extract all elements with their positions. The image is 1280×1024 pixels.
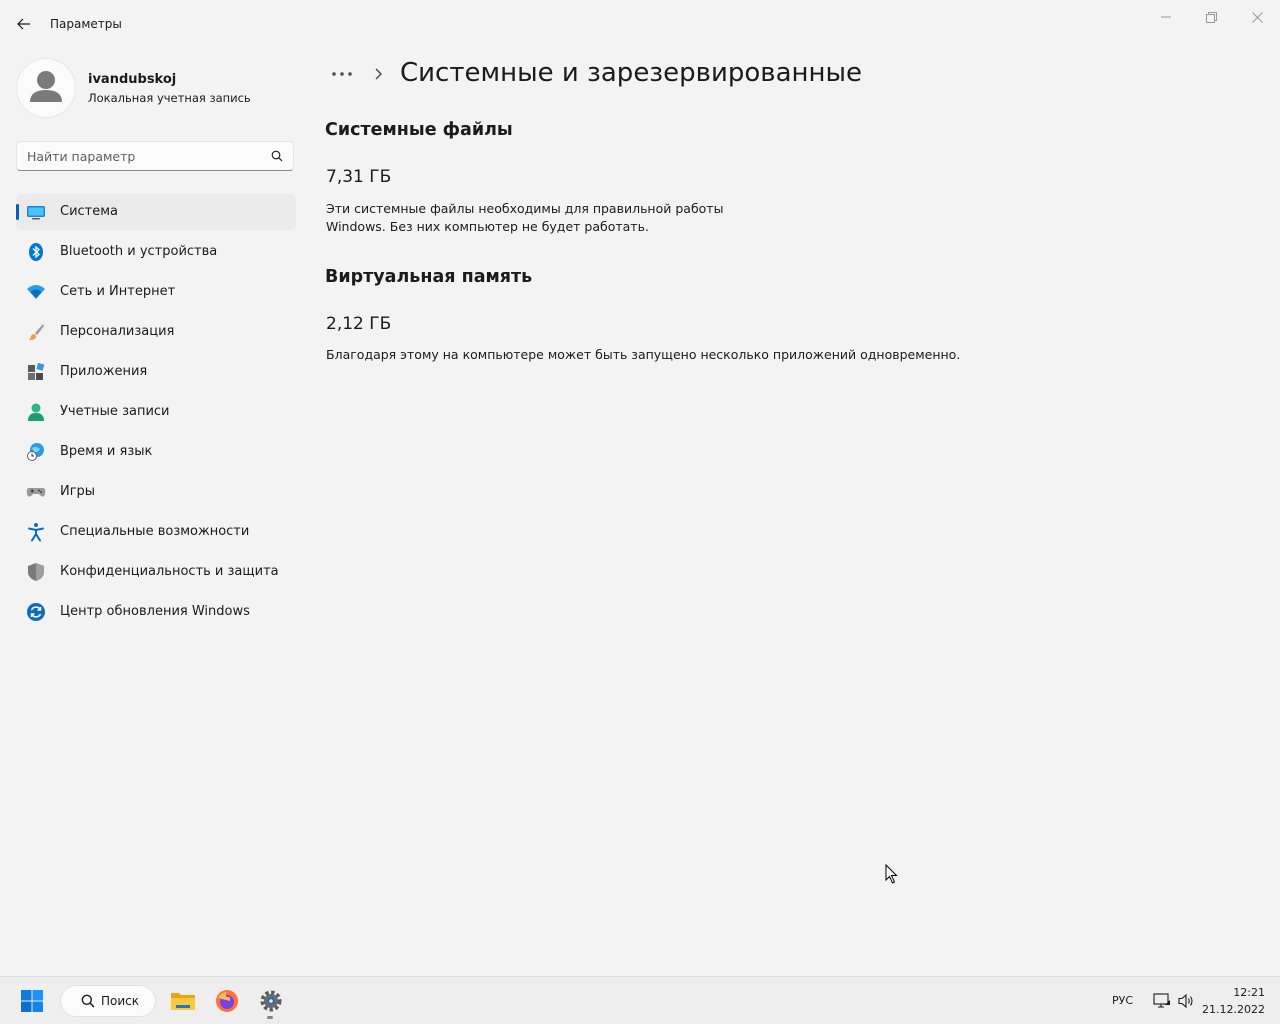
chevron-right-icon <box>375 68 382 80</box>
section-title-virtual-memory: Виртуальная память <box>325 267 533 287</box>
close-icon <box>1251 11 1263 23</box>
sidebar-item-accounts[interactable]: Учетные записи <box>16 394 296 430</box>
clock-time[interactable]: 12:21 <box>1233 986 1265 999</box>
active-app-indicator <box>267 1016 273 1019</box>
taskbar-file-explorer[interactable] <box>166 983 200 1019</box>
folder-icon <box>171 993 195 1010</box>
wifi-icon <box>27 285 45 299</box>
start-button[interactable] <box>14 983 50 1019</box>
sidebar-item-bluetooth[interactable]: Bluetooth и устройства <box>16 234 296 270</box>
sidebar-item-label: Время и язык <box>60 444 153 459</box>
sidebar-item-label: Персонализация <box>60 324 175 339</box>
restore-icon <box>1205 11 1217 23</box>
sidebar-item-time-language[interactable]: Время и язык <box>16 434 296 470</box>
search-icon[interactable] <box>271 150 283 162</box>
sidebar-item-gaming[interactable]: Игры <box>16 474 296 510</box>
settings-search[interactable] <box>16 141 294 171</box>
description-line: Windows. Без них компьютер не будет рабо… <box>326 219 649 234</box>
sidebar-item-apps[interactable]: Приложения <box>16 354 296 390</box>
system-files-size: 7,31 ГБ <box>326 167 392 187</box>
sidebar-item-label: Игры <box>60 484 96 499</box>
search-icon <box>81 994 95 1008</box>
sidebar-item-label: Учетные записи <box>60 404 170 419</box>
apps-icon <box>28 362 45 380</box>
globe-clock-icon <box>27 443 44 461</box>
accessibility-icon <box>28 523 44 542</box>
title-bar: Параметры <box>0 0 1280 48</box>
user-avatar-icon <box>30 71 62 102</box>
firefox-icon <box>216 990 238 1012</box>
sidebar-item-system[interactable]: Система <box>16 194 296 230</box>
taskbar-search-button[interactable]: Поиск <box>60 985 156 1017</box>
bluetooth-icon <box>29 243 43 261</box>
sidebar-item-personalization[interactable]: Персонализация <box>16 314 296 350</box>
breadcrumb-more-button[interactable] <box>330 66 356 82</box>
minimize-button[interactable] <box>1143 6 1189 28</box>
system-icon <box>27 206 45 220</box>
restore-button[interactable] <box>1188 6 1234 28</box>
sidebar-item-label: Приложения <box>60 364 148 379</box>
sidebar-item-windows-update[interactable]: Центр обновления Windows <box>16 594 296 630</box>
more-icon <box>332 72 352 76</box>
virtual-memory-description: Благодаря этому на компьютере может быть… <box>326 346 966 364</box>
close-button[interactable] <box>1234 6 1280 28</box>
sidebar-item-network[interactable]: Сеть и Интернет <box>16 274 296 310</box>
sidebar-item-label: Специальные возможности <box>60 524 250 539</box>
app-title: Параметры <box>50 17 122 31</box>
avatar <box>16 58 76 118</box>
virtual-memory-size: 2,12 ГБ <box>326 314 392 334</box>
search-input[interactable] <box>27 147 262 165</box>
sidebar-nav: Система Bluetooth и устройства Сеть и Ин… <box>16 194 296 634</box>
user-profile[interactable]: ivandubskoj Локальная учетная запись <box>16 58 296 118</box>
windows-logo-icon <box>21 990 43 1012</box>
arrow-left-icon <box>17 18 30 30</box>
gamepad-icon <box>26 488 46 497</box>
selection-indicator <box>16 204 19 220</box>
sidebar-item-label: Сеть и Интернет <box>60 284 176 299</box>
shield-icon <box>28 563 44 581</box>
clock-date[interactable]: 21.12.2022 <box>1202 1003 1265 1016</box>
minimize-icon <box>1161 16 1171 18</box>
section-title-system-files: Системные файлы <box>325 120 513 140</box>
language-indicator[interactable]: РУС <box>1112 994 1133 1007</box>
mouse-cursor-icon <box>885 864 898 884</box>
description-line: Благодаря этому на компьютере может быть… <box>326 347 961 362</box>
page-title: Системные и зарезервированные <box>400 58 863 88</box>
brush-icon <box>29 324 44 341</box>
sidebar-item-label: Система <box>60 204 119 219</box>
system-files-description: Эти системные файлы необходимы для прави… <box>326 200 966 236</box>
sidebar-item-label: Конфиденциальность и защита <box>60 564 279 579</box>
back-button[interactable] <box>12 12 36 36</box>
volume-icon[interactable] <box>1177 992 1195 1010</box>
network-icon[interactable] <box>1153 992 1171 1010</box>
user-name: ivandubskoj <box>88 72 177 87</box>
taskbar-settings[interactable] <box>254 983 288 1019</box>
taskbar-search-label: Поиск <box>101 994 140 1008</box>
person-icon <box>28 403 44 421</box>
account-type: Локальная учетная запись <box>88 91 251 105</box>
sidebar-item-label: Bluetooth и устройства <box>60 244 218 259</box>
description-line: Эти системные файлы необходимы для прави… <box>326 201 724 216</box>
sidebar-item-accessibility[interactable]: Специальные возможности <box>16 514 296 550</box>
update-icon <box>27 603 45 621</box>
taskbar: Поиск РУС 12:21 21.12.2022 <box>0 976 1280 1024</box>
sidebar-item-label: Центр обновления Windows <box>60 604 250 619</box>
sidebar-item-privacy[interactable]: Конфиденциальность и защита <box>16 554 296 590</box>
taskbar-firefox[interactable] <box>210 983 244 1019</box>
gear-icon <box>260 990 282 1012</box>
